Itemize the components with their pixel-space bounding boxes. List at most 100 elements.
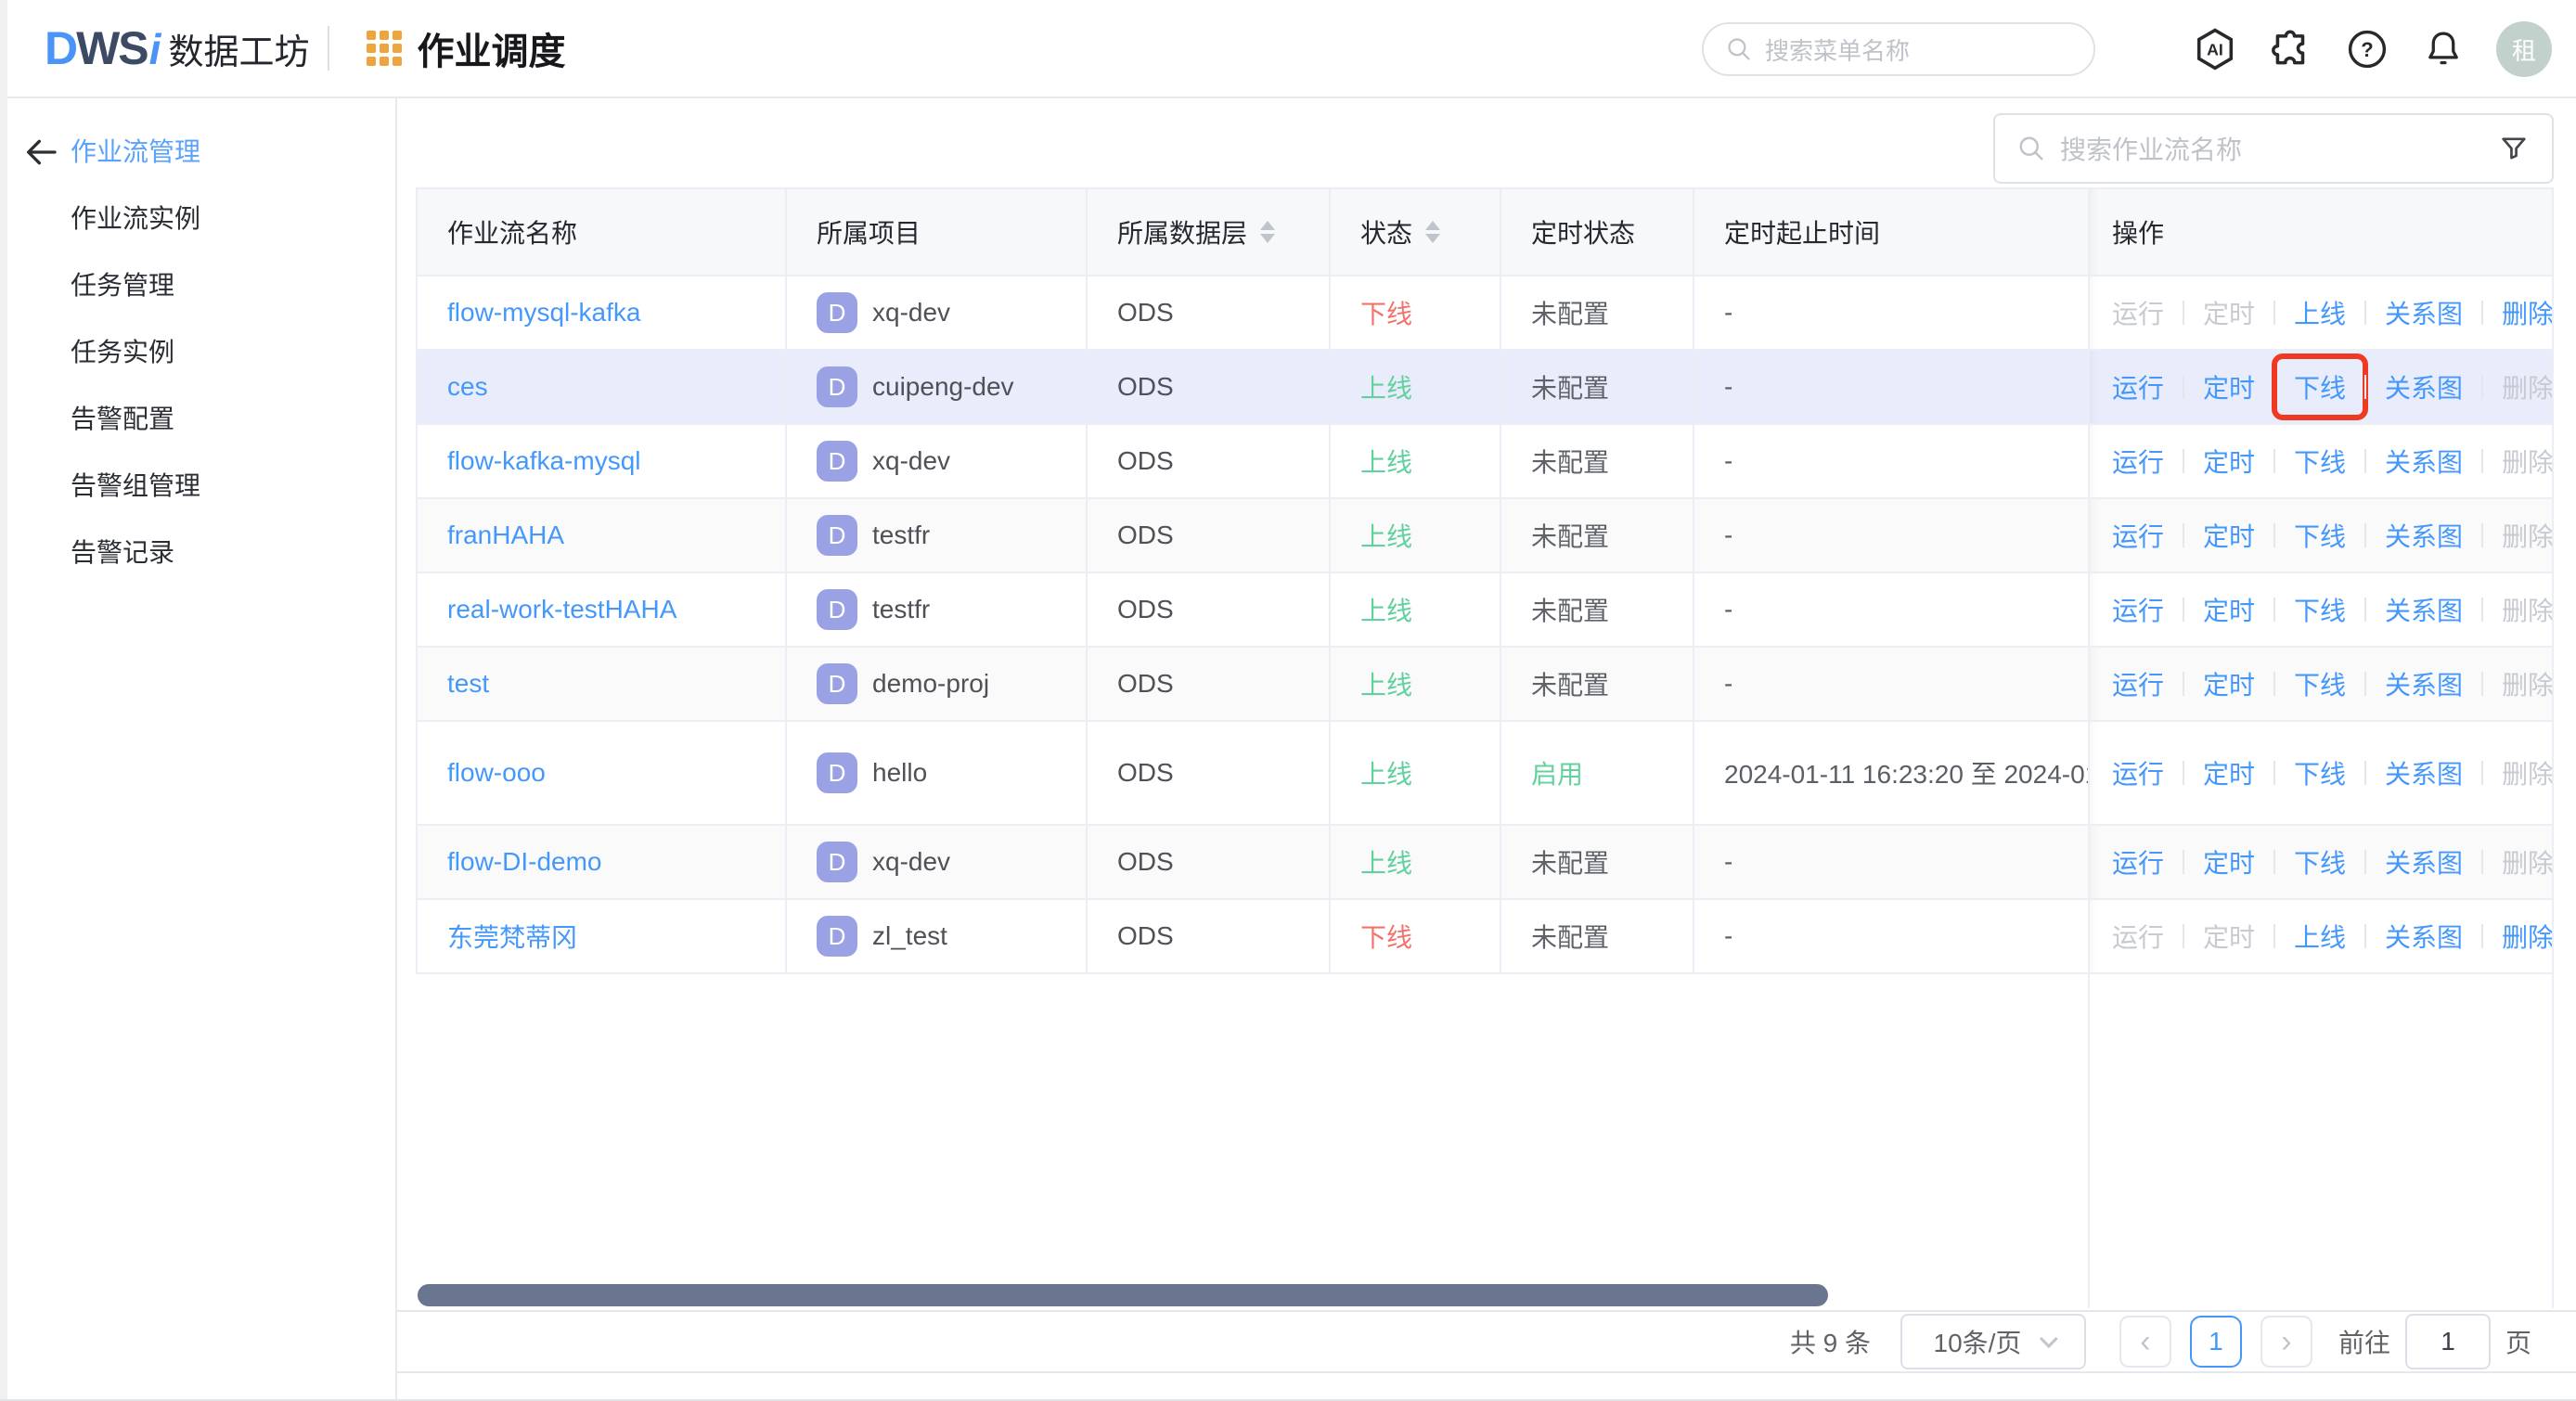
run-action[interactable]: 运行	[2112, 843, 2164, 880]
schedule-action[interactable]: 定时	[2203, 843, 2255, 880]
graph-action[interactable]: 关系图	[2385, 918, 2463, 955]
workflow-link[interactable]: ces	[447, 372, 488, 402]
graph-action[interactable]: 关系图	[2385, 443, 2463, 480]
schedule-action[interactable]: 定时	[2203, 754, 2255, 791]
action-divider	[2364, 761, 2367, 785]
workflow-link[interactable]: flow-DI-demo	[447, 847, 601, 877]
run-action[interactable]: 运行	[2112, 368, 2164, 405]
workflow-link[interactable]: flow-kafka-mysql	[447, 446, 640, 476]
run-action[interactable]: 运行	[2112, 665, 2164, 702]
graph-action[interactable]: 关系图	[2385, 517, 2463, 554]
filter-funnel-icon[interactable]	[2498, 133, 2530, 164]
help-icon[interactable]: ?	[2344, 26, 2390, 72]
workflow-search-input[interactable]: 搜索作业流名称	[1993, 113, 2554, 184]
graph-action[interactable]: 关系图	[2385, 368, 2463, 405]
status-cell: 下线	[1331, 276, 1501, 349]
menu-search-input[interactable]: 搜索菜单名称	[1702, 22, 2095, 76]
sidebar-item-6[interactable]: 告警组管理	[71, 451, 395, 518]
notification-bell-icon[interactable]	[2420, 26, 2467, 72]
sidebar-menu: 作业流管理 作业流实例 任务管理 任务实例 告警配置 告警组管理 告警记录	[71, 117, 395, 585]
status-badge: 上线	[1360, 597, 1413, 625]
action-divider	[2481, 761, 2484, 785]
online-action[interactable]: 上线	[2294, 294, 2346, 331]
workflow-name-cell: ces	[416, 351, 787, 423]
status-badge: 上线	[1360, 448, 1413, 477]
graph-action[interactable]: 关系图	[2385, 754, 2463, 791]
sidebar-item-2[interactable]: 作业流实例	[71, 184, 395, 251]
column-header-4[interactable]: 状态	[1331, 189, 1501, 275]
schedule-action[interactable]: 定时	[2203, 591, 2255, 628]
workflow-link[interactable]: test	[447, 669, 489, 699]
offline-action[interactable]: 下线	[2294, 665, 2346, 702]
offline-action[interactable]: 下线	[2294, 591, 2346, 628]
delete-action[interactable]: 删除	[2502, 294, 2552, 331]
run-action[interactable]: 运行	[2112, 591, 2164, 628]
delete-action[interactable]: 删除	[2502, 918, 2552, 955]
logo-text: D	[45, 22, 78, 74]
scrollbar-thumb[interactable]	[418, 1284, 1828, 1306]
next-page-button[interactable]: ›	[2260, 1316, 2312, 1368]
project-cell: Dhello	[787, 722, 1088, 824]
back-arrow-button[interactable]	[20, 132, 61, 173]
schedule-action[interactable]: 定时	[2203, 368, 2255, 405]
brand-logo[interactable]: D WS i 数据工坊	[45, 21, 309, 75]
run-action[interactable]: 运行	[2112, 443, 2164, 480]
run-action: 运行	[2112, 923, 2165, 952]
data-layer-value: ODS	[1117, 521, 1174, 549]
sidebar-item-1[interactable]: 作业流管理	[71, 117, 395, 184]
sort-caret-icon[interactable]	[1425, 221, 1441, 243]
timer-status-cell: 未配置	[1501, 826, 1694, 898]
graph-action[interactable]: 关系图	[2385, 665, 2463, 702]
sidebar-item-5[interactable]: 告警配置	[71, 384, 395, 451]
offline-action[interactable]: 下线	[2294, 368, 2346, 405]
workflow-link[interactable]: flow-ooo	[447, 758, 546, 788]
sidebar-item-4[interactable]: 任务实例	[71, 317, 395, 384]
time-range-value: -	[1724, 669, 1733, 698]
schedule-action[interactable]: 定时	[2203, 665, 2255, 702]
graph-action[interactable]: 关系图	[2385, 591, 2463, 628]
ai-assistant-icon[interactable]: AI	[2192, 26, 2238, 72]
goto-page-input[interactable]: 1	[2404, 1314, 2491, 1369]
project-cell: Dxq-dev	[787, 276, 1088, 349]
user-avatar[interactable]: 租	[2496, 21, 2552, 77]
sort-caret-icon[interactable]	[1260, 221, 1276, 243]
column-header-5: 定时状态	[1501, 189, 1694, 275]
workflow-link[interactable]: franHAHA	[447, 521, 564, 550]
online-action[interactable]: 上线	[2294, 918, 2346, 955]
graph-action[interactable]: 关系图	[2385, 843, 2463, 880]
page-size-select[interactable]: 10条/页	[1900, 1314, 2086, 1369]
status-cell: 上线	[1331, 425, 1501, 497]
top-navbar: D WS i 数据工坊 作业调度 搜索菜单名称 AI ? 租	[0, 0, 2576, 98]
project-cell: Dcuipeng-dev	[787, 351, 1088, 423]
workflow-link[interactable]: flow-mysql-kafka	[447, 298, 640, 328]
project-badge-icon: D	[817, 752, 857, 793]
project-name: hello	[872, 758, 928, 787]
offline-action[interactable]: 下线	[2294, 754, 2346, 791]
schedule-action[interactable]: 定时	[2203, 517, 2255, 554]
project-name: xq-dev	[872, 298, 951, 327]
graph-action[interactable]: 关系图	[2385, 294, 2463, 331]
offline-action[interactable]: 下线	[2294, 517, 2346, 554]
navbar-divider	[328, 26, 330, 71]
column-header-3[interactable]: 所属数据层	[1088, 189, 1331, 275]
total-count: 共 9 条	[1789, 1329, 1871, 1357]
time-range-value: -	[1724, 446, 1733, 475]
run-action[interactable]: 运行	[2112, 754, 2164, 791]
project-cell: Dtestfr	[787, 573, 1088, 646]
sidebar-item-7[interactable]: 告警记录	[71, 518, 395, 585]
offline-action[interactable]: 下线	[2294, 843, 2346, 880]
workflow-link[interactable]: 东莞梵蒂冈	[447, 918, 577, 955]
schedule-action[interactable]: 定时	[2203, 443, 2255, 480]
run-action[interactable]: 运行	[2112, 517, 2164, 554]
sidebar-item-3[interactable]: 任务管理	[71, 251, 395, 317]
page-number-1[interactable]: 1	[2189, 1316, 2242, 1368]
page: D WS i 数据工坊 作业调度 搜索菜单名称 AI ? 租 作业流管理 作业流…	[0, 0, 2576, 1401]
app-grid-icon[interactable]	[367, 31, 403, 66]
data-layer-value: ODS	[1117, 372, 1174, 401]
offline-action[interactable]: 下线	[2294, 443, 2346, 480]
prev-page-button[interactable]: ‹	[2119, 1316, 2171, 1368]
workflow-link[interactable]: real-work-testHAHA	[447, 595, 676, 624]
plugin-puzzle-icon[interactable]	[2268, 26, 2314, 72]
search-icon	[1728, 38, 1750, 60]
horizontal-scrollbar[interactable]	[416, 1284, 2554, 1306]
